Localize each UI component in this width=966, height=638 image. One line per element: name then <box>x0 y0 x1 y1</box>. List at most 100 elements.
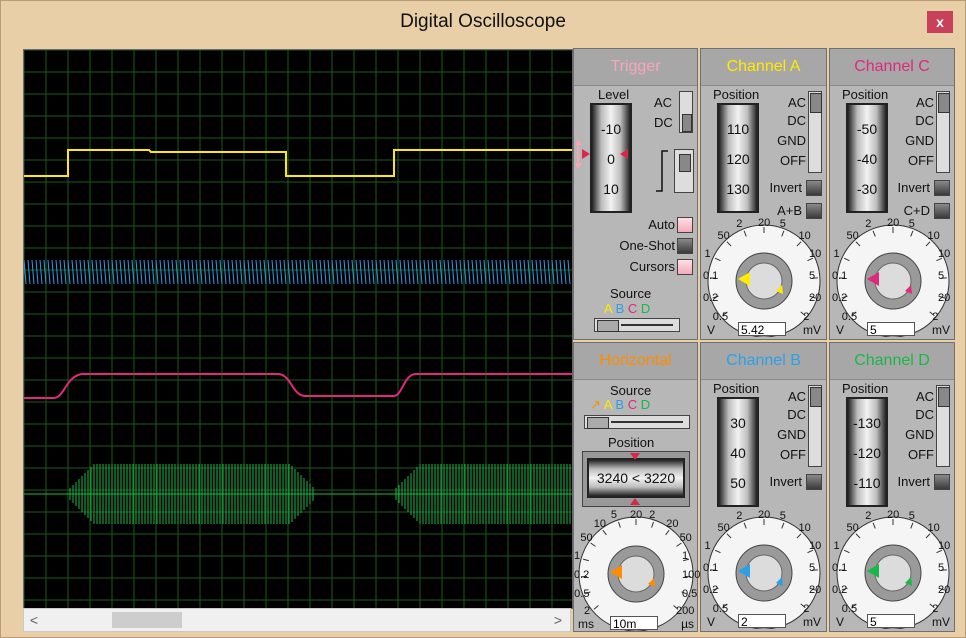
channel-d-gnd: GND <box>905 427 934 442</box>
channel-a-coupling-slider[interactable] <box>808 91 822 173</box>
channel_b-scale-label: 10 <box>809 540 822 553</box>
channel_d-scale-label: 10 <box>938 540 951 553</box>
channel-d-invert-button[interactable] <box>934 474 950 490</box>
channel_a-scale-label: 10 <box>798 230 811 243</box>
channel-d-dc: DC <box>915 407 934 422</box>
channel_b-scale-label: 10 <box>798 522 811 535</box>
cursors-button[interactable] <box>677 259 693 275</box>
channel-b-volts-knob[interactable]: 0.5 0.2 0.1 1 50 2 20 5 10 10 5 20 2 VmV 2 <box>703 509 825 630</box>
channel_c-scale-label: 20 <box>938 291 951 304</box>
oneshot-button[interactable] <box>677 238 693 254</box>
horizontal-scale-label: 20 <box>666 518 679 531</box>
channel_a-unit-left: V <box>707 323 716 337</box>
horizontal-scale-label: 200 <box>675 604 695 617</box>
horizontal-position-label: Position <box>608 435 655 450</box>
channel-c-trace <box>24 373 572 399</box>
channel_d-value-field[interactable]: 5 <box>867 614 915 629</box>
channel_c-scale-label: 0.5 <box>841 310 858 323</box>
scroll-left-arrow[interactable]: < <box>26 611 42 629</box>
channel-c-tick-2: -40 <box>856 151 878 167</box>
horizontal-scale-label: 2 <box>584 604 591 617</box>
channel-b-tick-1: 30 <box>730 415 746 431</box>
trigger-source-slider[interactable] <box>594 318 680 332</box>
channel_d-scale-label: 2 <box>865 510 872 523</box>
auto-button[interactable] <box>677 217 693 233</box>
channel_d-scale-label: 5 <box>908 510 915 523</box>
channel-a-tick-2: 120 <box>726 151 750 167</box>
channel_b-scale-label: 0.2 <box>703 583 719 596</box>
close-button[interactable]: x <box>927 11 953 33</box>
channel_a-scale-label: 20 <box>809 291 822 304</box>
channel_b-unit-left: V <box>707 615 716 629</box>
channel_b-scale-label: 20 <box>758 509 771 521</box>
trigger-source-c: C <box>627 301 638 316</box>
channel-d-panel: Channel D Position -130 -120 -110 AC DC … <box>829 342 955 632</box>
channel_c-scale-label: 5 <box>908 218 915 231</box>
channel_d-scale-label: 0.1 <box>832 561 848 574</box>
channel_b-scale-label: 5 <box>809 561 816 574</box>
channel-b-coupling-slider[interactable] <box>808 385 822 467</box>
horizontal-panel: Horizontal Source ↗ A B C D Position 324… <box>573 342 700 632</box>
channel_b-unit-right: mV <box>803 615 821 629</box>
horizontal-unit-right: µs <box>681 617 694 631</box>
ramp-icon: ↗ <box>590 397 601 412</box>
channel_c-scale-label: 2 <box>932 310 939 323</box>
channel-b-trace <box>24 259 571 285</box>
channel_a-value-field[interactable]: 5.42 <box>738 322 786 337</box>
horizontal-value-field[interactable]: 10m <box>610 616 658 631</box>
trigger-dc-label: DC <box>654 115 673 130</box>
trigger-edge-slider[interactable] <box>674 149 694 193</box>
channel-d-position-roller[interactable]: -130 -120 -110 <box>846 397 888 507</box>
channel_b-scale-label: 5 <box>779 510 786 523</box>
channel_c-scale-label: 0.2 <box>832 291 848 304</box>
horizontal-position-roller-frame: 3240 < 3220 <box>582 451 690 507</box>
channel-a-volts-knob[interactable]: 0.5 0.2 0.1 1 50 2 20 5 10 10 5 20 2 VmV 5.42 <box>703 217 825 338</box>
channel_a-unit-right: mV <box>803 323 821 337</box>
trigger-tick-1: -10 <box>600 121 622 137</box>
trigger-tick-3: 10 <box>603 181 619 197</box>
channel-a-gnd: GND <box>777 133 806 148</box>
horizontal-source-slider[interactable] <box>584 415 690 429</box>
horizontal-source-d: D <box>640 397 651 412</box>
scroll-thumb[interactable] <box>112 612 182 628</box>
channel-b-off: OFF <box>780 447 806 462</box>
channel_d-scale-label: 10 <box>927 522 940 535</box>
scroll-right-arrow[interactable]: > <box>550 611 566 629</box>
trigger-title: Trigger <box>574 49 697 86</box>
channel_c-unit-right: mV <box>932 323 950 337</box>
horizontal-scrollbar[interactable]: < > <box>23 608 571 632</box>
channel-b-position-roller[interactable]: 30 40 50 <box>717 397 759 507</box>
channel_c-scale-label: 1 <box>833 248 840 261</box>
grid <box>24 50 572 608</box>
trigger-coupling-slider[interactable] <box>679 91 693 133</box>
channel-a-position-roller[interactable]: 110 120 130 <box>717 103 759 213</box>
trigger-edge-icon <box>656 150 668 192</box>
channel_a-scale-label: 0.2 <box>703 291 719 304</box>
channel_c-scale-label: 2 <box>865 218 872 231</box>
cursors-label: Cursors <box>629 259 675 274</box>
channel-a-invert-button[interactable] <box>806 180 822 196</box>
channel-a-tick-3: 130 <box>726 181 750 197</box>
channel_a-scale-label: 10 <box>809 248 822 261</box>
horizontal-scale-label: 1 <box>574 549 581 562</box>
channel-b-tick-3: 50 <box>730 475 746 491</box>
horizontal-scale-label: 0.5 <box>682 587 698 600</box>
channel-b-dc: DC <box>787 407 806 422</box>
channel-c-coupling-slider[interactable] <box>936 91 950 173</box>
trigger-source-label: Source <box>610 286 652 301</box>
channel-a-trace <box>24 149 572 177</box>
channel_a-scale-label: 1 <box>704 248 711 261</box>
channel_c-value-field[interactable]: 5 <box>867 322 915 337</box>
channel-c-position-roller[interactable]: -50 -40 -30 <box>846 103 888 213</box>
channel_c-scale-label: 0.1 <box>832 269 848 282</box>
channel-d-volts-knob[interactable]: 0.5 0.2 0.1 1 50 2 20 5 10 10 5 20 2 VmV 5 <box>832 509 954 630</box>
channel_a-scale-label: 0.1 <box>703 269 719 282</box>
channel-c-invert-button[interactable] <box>934 180 950 196</box>
channel-d-coupling-slider[interactable] <box>936 385 950 467</box>
timebase-knob[interactable]: 2 0.5 0.2 1 50 10 5 20 2 20 50 1 100 0.5 200 ms µs 10m <box>574 509 700 632</box>
channel_b-value-field[interactable]: 2 <box>738 614 786 629</box>
channel-b-invert-button[interactable] <box>806 474 822 490</box>
channel_d-scale-label: 2 <box>932 602 939 615</box>
channel-c-volts-knob[interactable]: 0.5 0.2 0.1 1 50 2 20 5 10 10 5 20 2 VmV 5 <box>832 217 954 338</box>
channel_d-scale-label: 20 <box>887 509 900 521</box>
